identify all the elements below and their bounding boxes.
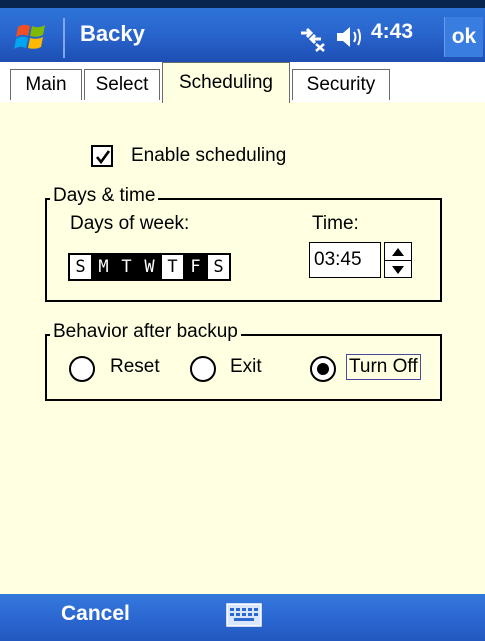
tab-select[interactable]: Select <box>84 69 160 100</box>
radio-turn-off-label[interactable]: Turn Off <box>346 354 421 380</box>
clock[interactable]: 4:43 <box>371 20 413 44</box>
radio-selected-dot <box>317 363 329 375</box>
enable-scheduling-checkbox[interactable] <box>91 145 113 167</box>
tab-scheduling[interactable]: Scheduling <box>162 62 290 103</box>
app-title: Backy <box>80 21 145 46</box>
checkmark-icon <box>95 150 111 165</box>
behavior-group-label: Behavior after backup <box>50 321 241 343</box>
spin-up-button[interactable] <box>385 243 411 260</box>
windows-start-icon[interactable] <box>12 17 52 57</box>
keyboard-icon[interactable] <box>226 602 262 628</box>
radio-reset[interactable] <box>69 356 95 382</box>
volume-icon[interactable] <box>335 24 363 50</box>
time-label: Time: <box>312 213 359 234</box>
radio-reset-label[interactable]: Reset <box>110 356 160 378</box>
day-saturday[interactable]: S <box>207 254 230 280</box>
tab-main[interactable]: Main <box>10 69 82 100</box>
day-friday[interactable]: F <box>184 254 207 280</box>
tab-security[interactable]: Security <box>292 69 390 100</box>
title-separator <box>63 18 65 58</box>
days-of-week-selector: S M T W T F S <box>68 253 231 281</box>
enable-scheduling-label[interactable]: Enable scheduling <box>131 145 286 167</box>
radio-exit-label[interactable]: Exit <box>230 356 262 378</box>
spin-down-button[interactable] <box>385 261 411 278</box>
days-of-week-label: Days of week: <box>70 213 190 234</box>
time-input[interactable]: 03:45 <box>309 242 381 278</box>
connectivity-icon[interactable] <box>297 22 327 52</box>
radio-turn-off[interactable] <box>310 356 336 382</box>
bottom-menu-bar: Cancel <box>0 594 485 641</box>
arrow-up-icon <box>392 247 404 256</box>
day-sunday[interactable]: S <box>69 254 92 280</box>
day-wednesday[interactable]: W <box>138 254 161 280</box>
day-monday[interactable]: M <box>92 254 115 280</box>
cancel-button[interactable]: Cancel <box>61 602 130 626</box>
radio-exit[interactable] <box>190 356 216 382</box>
title-bar: Backy 4:43 ok <box>0 0 485 62</box>
time-spinner[interactable] <box>384 242 412 278</box>
day-thursday[interactable]: T <box>161 254 184 280</box>
arrow-down-icon <box>392 265 404 274</box>
days-time-group-label: Days & time <box>50 185 159 207</box>
ok-button[interactable]: ok <box>444 17 483 57</box>
day-tuesday[interactable]: T <box>115 254 138 280</box>
